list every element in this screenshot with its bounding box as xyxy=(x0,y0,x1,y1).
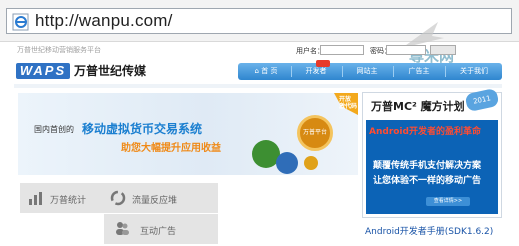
banner-bubble xyxy=(304,156,318,170)
password-input[interactable] xyxy=(386,45,426,55)
sdk-manual-link[interactable]: Android开发者手册(SDK1.6.2) xyxy=(365,224,493,237)
users-icon xyxy=(116,222,129,235)
chart-icon xyxy=(29,192,42,205)
logo-mark: WAPS xyxy=(16,63,70,79)
stat-interactive-ads[interactable]: 互动广告 xyxy=(140,224,176,237)
nav-about[interactable]: 关于我们 xyxy=(448,63,500,80)
stat-traffic[interactable]: 流量反应堆 xyxy=(132,193,177,206)
nav-new-badge xyxy=(316,60,330,67)
username-input[interactable] xyxy=(320,45,364,55)
promo-highlight: Android开发者的盈利革命 xyxy=(369,127,481,137)
banner-intro: 国内首创的 xyxy=(34,125,74,134)
main-nav: ⌂ 首 页 开发者 网站主 广告主 关于我们 xyxy=(238,63,502,80)
logo-text: 万普世纪传媒 xyxy=(74,64,147,78)
nav-webmaster[interactable]: 网站主 xyxy=(345,63,389,80)
url-text: http://wanpu.com/ xyxy=(35,11,173,30)
promo-line-1: 颠覆传统手机支付解决方案 xyxy=(373,161,482,171)
banner-title: 移动虚拟货币交易系统 xyxy=(82,122,203,136)
ie-page-icon xyxy=(12,13,29,31)
stat-wanpu[interactable]: 万普统计 xyxy=(50,193,86,206)
login-button[interactable] xyxy=(430,45,456,55)
divider xyxy=(14,84,502,88)
nav-advertiser[interactable]: 广告主 xyxy=(396,63,442,80)
promo-line-2: 让您体验不一样的移动广告 xyxy=(373,176,482,186)
banner-subtitle: 助您大幅提升应用收益 xyxy=(121,143,221,154)
ring-label: 万普平台 xyxy=(302,129,327,136)
refresh-icon xyxy=(110,190,126,206)
site-logo[interactable]: WAPS 万普世纪传媒 xyxy=(16,63,159,79)
nav-home[interactable]: ⌂ 首 页 xyxy=(244,63,288,80)
promo-details-button[interactable]: 查看详情>> xyxy=(426,197,470,206)
ribbon-text: 开放 激代码 xyxy=(339,96,358,110)
site-slogan: 万普世纪移动营销服务平台 xyxy=(17,46,101,54)
promo-title: 万普MC² 魔方计划 xyxy=(371,100,465,113)
banner-bubble xyxy=(276,152,298,174)
